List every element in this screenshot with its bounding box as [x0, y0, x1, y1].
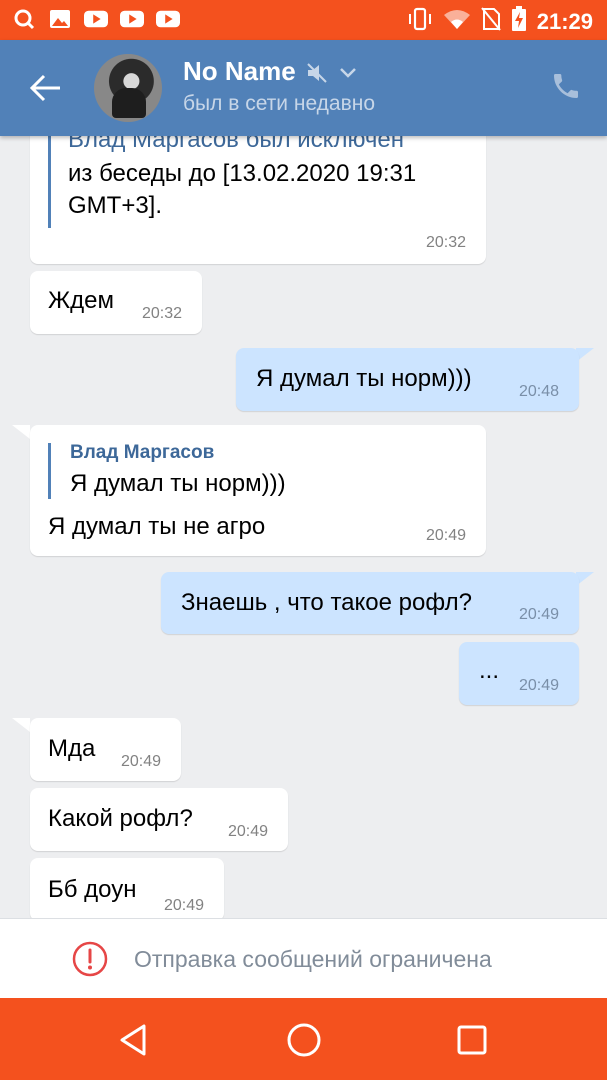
message-text-line: Влад Маргасов был исключен — [68, 136, 405, 153]
system-nav-bar — [0, 998, 607, 1080]
vibrate-icon — [407, 7, 433, 36]
forwarded-text: Я думал ты норм))) — [70, 470, 286, 497]
restriction-text: Отправка сообщений ограничена — [134, 946, 492, 972]
forwarded-author[interactable]: Влад Маргасов — [70, 442, 214, 464]
quoted-block: Влад Маргасов был исключен из беседы до … — [48, 136, 416, 228]
forwarded-message: Влад Маргасов Я думал ты норм))) — [48, 442, 286, 499]
back-arrow-icon[interactable] — [28, 70, 64, 106]
status-bar: 21:29 — [0, 0, 607, 40]
message-bubble-incoming[interactable]: Ждем 20:32 — [30, 271, 202, 334]
back-triangle-icon[interactable] — [114, 1020, 154, 1060]
chat-header: No Name был в сети недавно — [0, 40, 607, 136]
recents-square-icon[interactable] — [452, 1020, 492, 1060]
message-text: Ждем — [48, 287, 115, 314]
mute-icon — [306, 62, 328, 89]
notification-icons — [12, 8, 180, 30]
chat-title[interactable]: No Name — [183, 56, 296, 87]
message-text: Бб доун — [48, 876, 137, 903]
message-time: 20:49 — [518, 606, 559, 623]
youtube-icon — [120, 8, 144, 30]
bubble-tail — [12, 425, 30, 439]
message-bubble-outgoing[interactable]: Знаешь , что такое рофл? 20:49 — [161, 572, 579, 634]
message-bubble-incoming[interactable]: Влад Маргасов был исключен из беседы до … — [30, 136, 486, 264]
message-bubble-outgoing[interactable]: ... 20:49 — [459, 642, 579, 705]
message-text: ... — [479, 657, 500, 684]
message-time: 20:49 — [425, 527, 466, 544]
message-time: 20:32 — [425, 234, 466, 251]
message-bubble-incoming[interactable]: Какой рофл? 20:49 — [30, 788, 288, 851]
message-bubble-incoming[interactable]: Бб доун 20:49 — [30, 858, 224, 918]
q-app-icon — [12, 8, 36, 30]
message-text: Какой рофл? — [48, 805, 193, 832]
message-bubble-incoming[interactable]: Мда 20:49 — [30, 718, 181, 781]
gallery-icon — [48, 8, 72, 30]
youtube-icon — [84, 8, 108, 30]
message-time: 20:49 — [227, 823, 268, 840]
battery-charging-icon — [511, 6, 527, 37]
sending-restricted-bar: Отправка сообщений ограничена — [0, 918, 607, 999]
wifi-icon — [443, 8, 471, 35]
system-icons: 21:29 — [407, 6, 593, 37]
no-sim-icon — [480, 7, 501, 36]
message-text: Я думал ты не агро — [48, 513, 266, 540]
alert-circle-icon — [72, 941, 108, 982]
message-text: Я думал ты норм))) — [256, 365, 472, 392]
message-text: Мда — [48, 735, 96, 762]
message-bubble-incoming[interactable]: Влад Маргасов Я думал ты норм))) Я думал… — [30, 425, 486, 556]
message-time: 20:49 — [163, 897, 204, 914]
phone-icon[interactable] — [550, 70, 582, 107]
chat-status: был в сети недавно — [183, 92, 376, 115]
message-time: 20:48 — [518, 383, 559, 400]
bubble-tail — [12, 718, 30, 732]
chevron-down-icon[interactable] — [338, 66, 358, 85]
message-text-line: GMT+3]. — [68, 192, 163, 219]
message-time: 20:32 — [141, 305, 182, 322]
avatar[interactable] — [94, 54, 162, 122]
message-feed[interactable]: Влад Маргасов был исключен из беседы до … — [0, 136, 607, 918]
youtube-icon — [156, 8, 180, 30]
message-time: 20:49 — [120, 753, 161, 770]
message-text-line: из беседы до [13.02.2020 19:31 — [68, 160, 417, 187]
message-time: 20:49 — [518, 677, 559, 694]
status-clock: 21:29 — [536, 8, 593, 34]
message-text: Знаешь , что такое рофл? — [181, 589, 472, 616]
home-circle-icon[interactable] — [284, 1020, 324, 1060]
message-bubble-outgoing[interactable]: Я думал ты норм))) 20:48 — [236, 348, 579, 411]
